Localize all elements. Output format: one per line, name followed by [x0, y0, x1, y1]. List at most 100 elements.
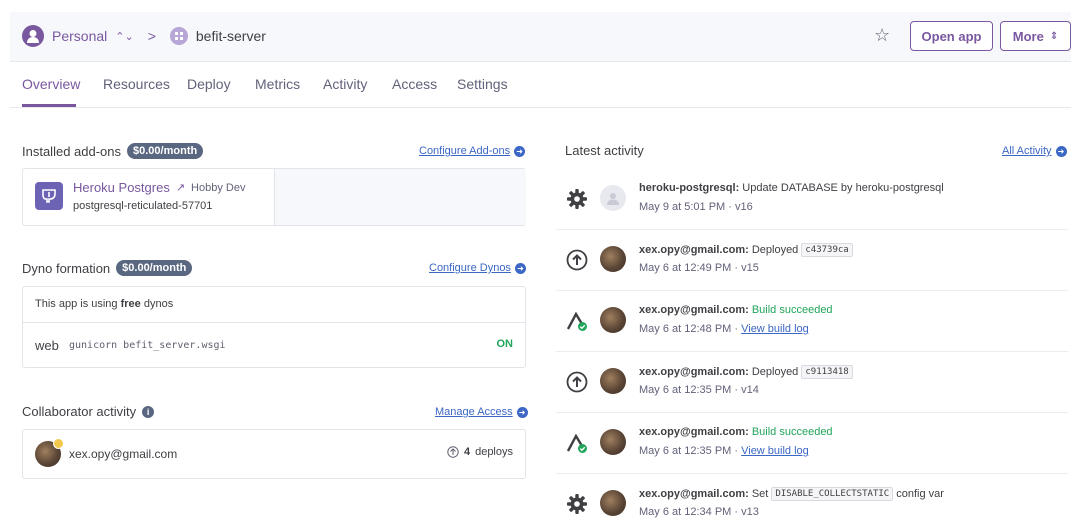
addons-section-title: Installed add-ons $0.00/month [22, 143, 204, 159]
dyno-command: gunicorn befit_server.wsgi [69, 340, 226, 351]
activity-item: heroku-postgresql: Update DATABASE by he… [556, 169, 1068, 230]
arrow-right-circle-icon: ➜ [1055, 145, 1067, 157]
more-button[interactable]: More ⇕ [1000, 21, 1071, 51]
all-activity-label[interactable]: All Activity [1002, 145, 1052, 157]
arrow-right-circle-icon: ➜ [514, 145, 526, 157]
tab-activity[interactable]: Activity [323, 76, 367, 92]
activity-item: xex.opy@gmail.com: Build succeeded May 6… [556, 413, 1068, 474]
tab-deploy[interactable]: Deploy [187, 76, 231, 92]
activity-summary: xex.opy@gmail.com: Build succeeded [639, 426, 833, 438]
divider [23, 322, 525, 323]
all-activity-link[interactable]: All Activity ➜ [1002, 145, 1067, 157]
activity-item: xex.opy@gmail.com: Build succeeded May 6… [556, 291, 1068, 352]
manage-access-link[interactable]: Manage Access ➜ [435, 406, 528, 418]
tab-access[interactable]: Access [392, 76, 437, 92]
dynos-section-title: Dyno formation $0.00/month [22, 260, 193, 276]
collab-title: Collaborator activity [22, 404, 137, 419]
addon-card-empty-panel [274, 169, 526, 225]
collab-section-title: Collaborator activity i [22, 404, 155, 419]
tab-overview[interactable]: Overview [22, 76, 80, 92]
build-icon [566, 432, 588, 454]
account-name[interactable]: Personal [52, 28, 107, 44]
activity-meta: May 9 at 5:01 PM · v16 [639, 201, 753, 213]
addons-title: Installed add-ons [22, 143, 122, 159]
addon-item[interactable]: Heroku Postgres ↗ Hobby Dev [73, 180, 245, 195]
avatar [600, 490, 626, 516]
deploy-count: 4 [463, 446, 471, 458]
breadcrumb-separator: > [147, 28, 156, 44]
app-switcher[interactable]: Personal ⌃⌄ > befit-server [22, 25, 266, 47]
dyno-card: This app is using free dynos web gunicor… [22, 286, 526, 368]
activity-meta: May 6 at 12:48 PM · View build log [639, 323, 809, 335]
free-dynos-notice: This app is using free dynos [35, 298, 174, 310]
configure-dynos-link[interactable]: Configure Dynos ➜ [429, 262, 526, 274]
activity-meta: May 6 at 12:49 PM · v15 [639, 262, 759, 274]
dyno-type: web [35, 338, 59, 353]
more-button-label: More [1012, 28, 1044, 44]
avatar [600, 246, 626, 272]
build-icon [566, 310, 588, 332]
activity-meta: May 6 at 12:35 PM · v14 [639, 384, 759, 396]
app-header: Personal ⌃⌄ > befit-server ☆ Open app Mo… [10, 12, 1071, 62]
commit-hash[interactable]: c9113418 [801, 365, 853, 379]
deploy-icon [447, 446, 459, 458]
activity-summary: xex.opy@gmail.com: Deployed c9113418 [639, 365, 853, 379]
activity-summary: xex.opy@gmail.com: Deployed c43739ca [639, 243, 853, 257]
collaborator-email: xex.opy@gmail.com [69, 447, 178, 461]
addon-id: postgresql-reticulated-57701 [73, 200, 213, 212]
avatar [600, 368, 626, 394]
view-build-log-link[interactable]: View build log [741, 323, 809, 335]
avatar [600, 429, 626, 455]
arrow-right-circle-icon: ➜ [514, 262, 526, 274]
commit-hash[interactable]: c43739ca [801, 243, 853, 257]
dyno-status: ON [496, 338, 514, 350]
config-var-name: DISABLE_COLLECTSTATIC [771, 487, 894, 501]
configure-dynos-label[interactable]: Configure Dynos [429, 262, 511, 274]
tab-settings[interactable]: Settings [457, 76, 508, 92]
dynos-title: Dyno formation [22, 260, 111, 276]
deploy-word: deploys [475, 446, 513, 458]
updown-chevron-icon: ⇕ [1049, 30, 1059, 42]
view-build-log-link[interactable]: View build log [741, 445, 809, 457]
deploy-icon [566, 371, 588, 393]
deploy-icon [566, 249, 588, 271]
personal-account-icon [22, 25, 44, 47]
open-app-button[interactable]: Open app [910, 21, 993, 51]
avatar [600, 185, 626, 211]
collaborator-deploys: 4 deploys [447, 446, 513, 458]
activity-meta: May 6 at 12:35 PM · View build log [639, 445, 809, 457]
app-tabs: Overview Resources Deploy Metrics Activi… [10, 62, 1071, 108]
postgres-logo-icon [35, 182, 63, 210]
activity-item: xex.opy@gmail.com: Set DISABLE_COLLECTST… [556, 474, 1068, 526]
tab-resources[interactable]: Resources [103, 76, 170, 92]
activity-summary: heroku-postgresql: Update DATABASE by he… [639, 182, 944, 194]
app-icon [169, 27, 188, 45]
crown-badge-icon [53, 438, 64, 449]
info-icon[interactable]: i [142, 405, 155, 418]
configure-addons-link[interactable]: Configure Add-ons ➜ [419, 145, 526, 157]
avatar [600, 307, 626, 333]
activity-title: Latest activity [565, 143, 644, 158]
active-tab-indicator [22, 104, 76, 107]
configure-addons-label[interactable]: Configure Add-ons [419, 145, 510, 157]
activity-summary: xex.opy@gmail.com: Build succeeded [639, 304, 833, 316]
dynos-price-badge: $0.00/month [116, 260, 193, 276]
activity-summary: xex.opy@gmail.com: Set DISABLE_COLLECTST… [639, 487, 944, 501]
external-link-icon: ↗ [175, 182, 186, 194]
gear-icon [566, 493, 588, 515]
activity-item: xex.opy@gmail.com: Deployed c9113418 May… [556, 352, 1068, 413]
activity-meta: May 6 at 12:34 PM · v13 [639, 506, 759, 518]
favorite-star-icon[interactable]: ☆ [874, 25, 890, 46]
collaborator-card: xex.opy@gmail.com 4 deploys [22, 429, 526, 479]
addon-card: Heroku Postgres ↗ Hobby Dev postgresql-r… [22, 168, 526, 226]
activity-item: xex.opy@gmail.com: Deployed c43739ca May… [556, 230, 1068, 291]
app-name: befit-server [195, 28, 266, 44]
addons-price-badge: $0.00/month [127, 143, 204, 159]
manage-access-label[interactable]: Manage Access [435, 406, 513, 418]
tab-metrics[interactable]: Metrics [255, 76, 300, 92]
gear-icon [566, 188, 588, 210]
addon-plan: Hobby Dev [191, 181, 246, 194]
updown-chevron-icon[interactable]: ⌃⌄ [115, 30, 133, 43]
arrow-right-circle-icon: ➜ [516, 406, 528, 418]
addon-name[interactable]: Heroku Postgres [73, 180, 170, 195]
